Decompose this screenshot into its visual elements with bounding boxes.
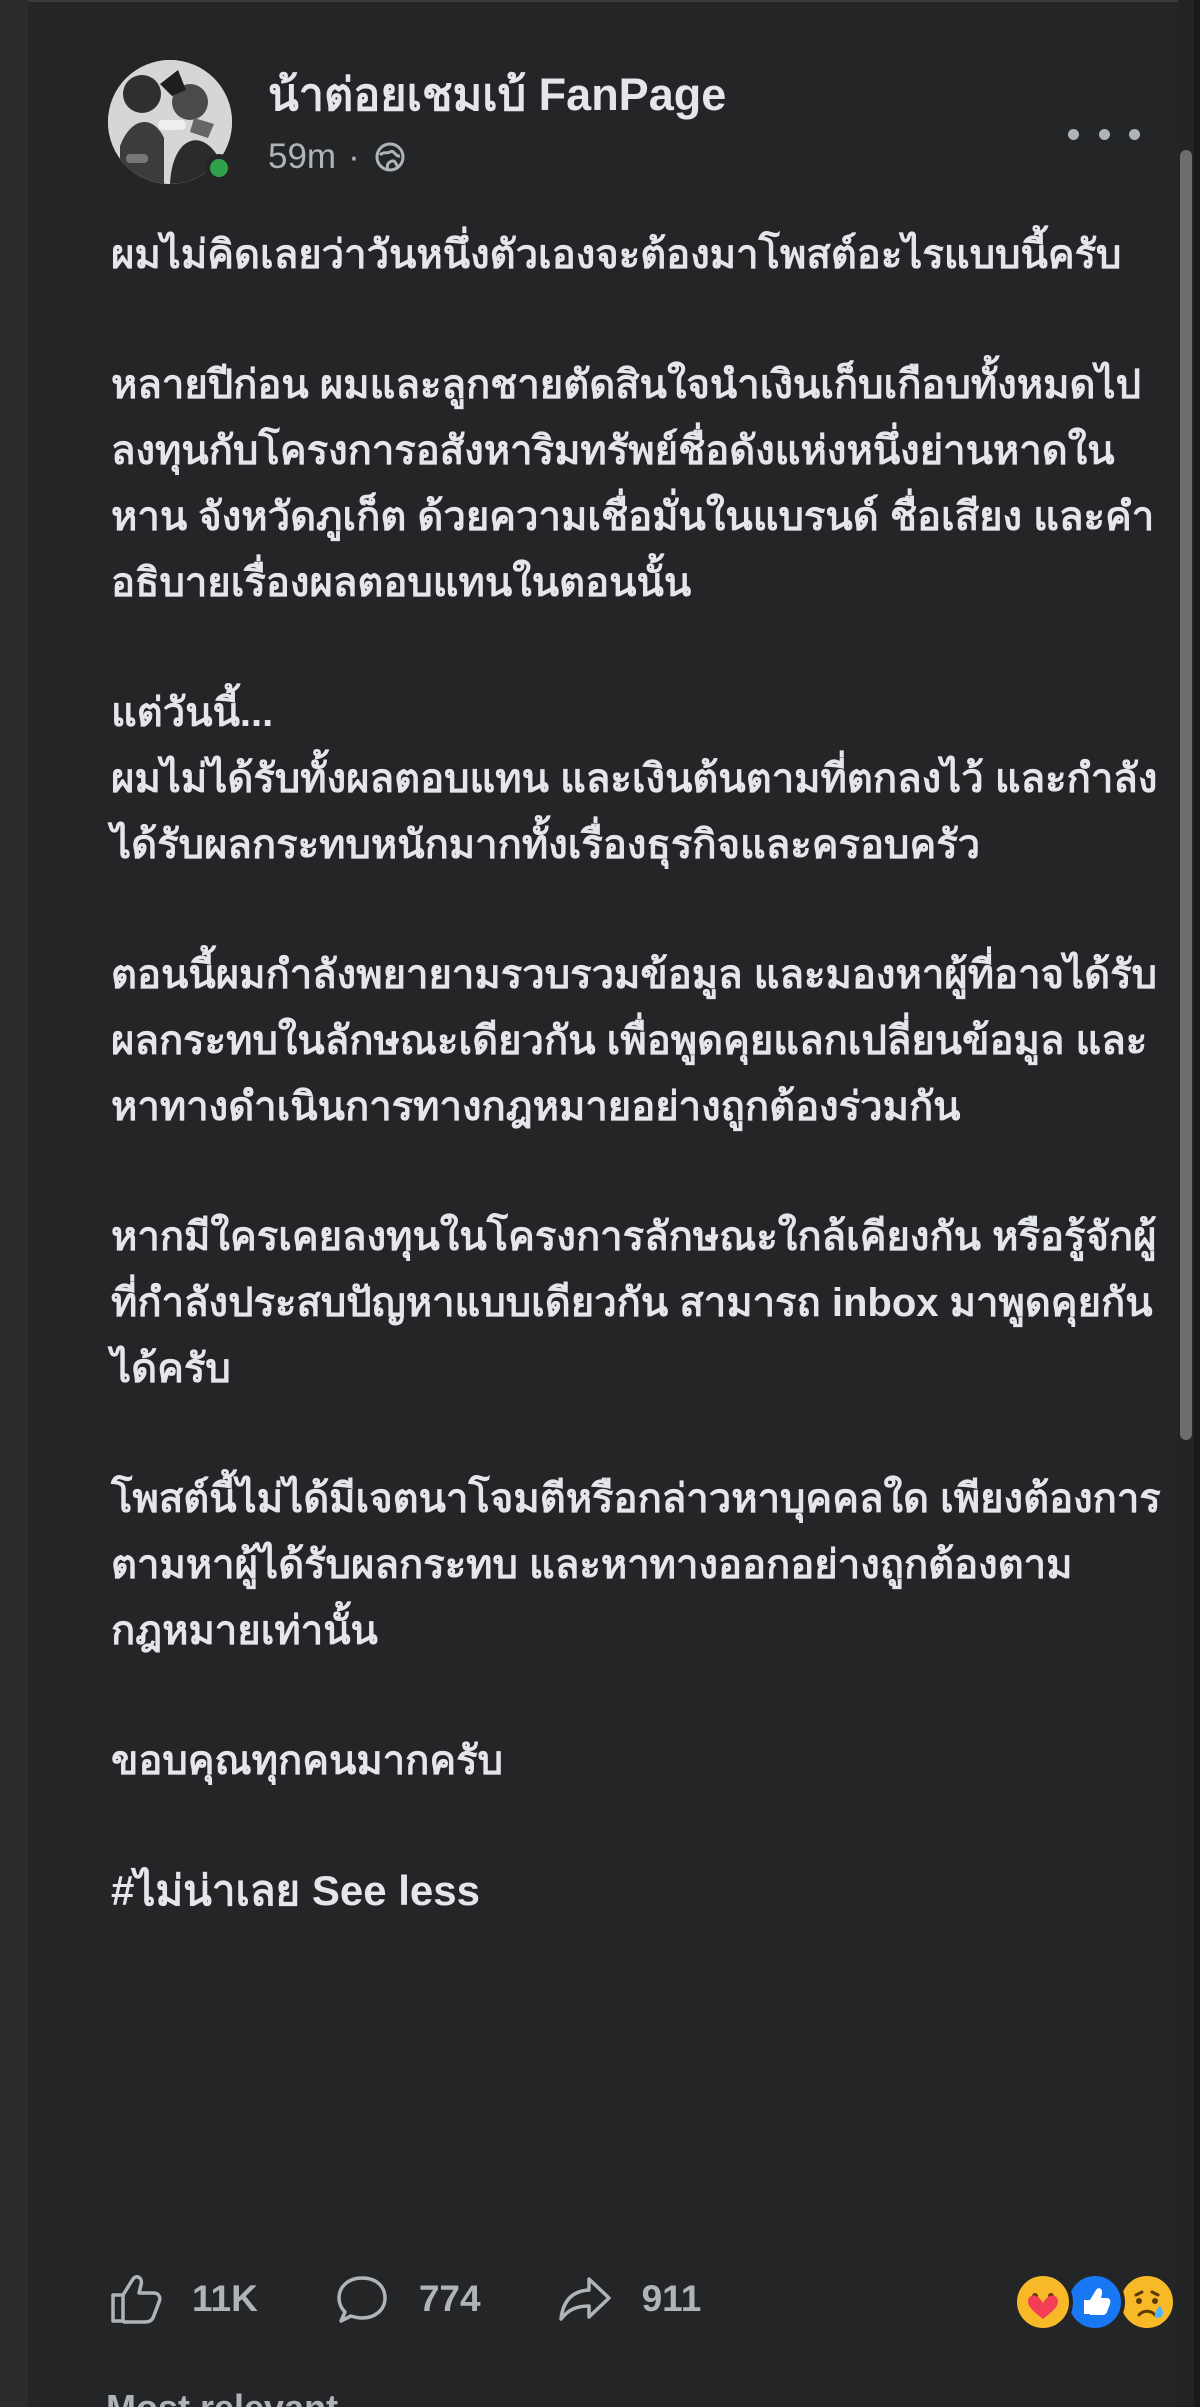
- post-time-link[interactable]: 59m: [268, 133, 336, 181]
- hashtag-link[interactable]: #ไม่น่าเลย: [111, 1867, 300, 1914]
- post-paragraph: ตอนนี้ผมกำลังพยายามรวบรวมข้อมูล และมองหา…: [111, 953, 1157, 1129]
- comment-count: 774: [418, 2278, 481, 2319]
- more-dot-icon: [1068, 128, 1079, 140]
- post-meta: 59m ·: [268, 133, 408, 181]
- post-paragraph: หากมีใครเคยลงทุนในโครงการลักษณะใกล้เคียง…: [111, 1215, 1157, 1391]
- meta-separator: ·: [348, 137, 360, 176]
- more-dot-icon: [1129, 128, 1140, 140]
- hashtag-line: #ไม่น่าเลย See less: [111, 1858, 1181, 1924]
- post-paragraph: ผมไม่คิดเลยว่าวันหนึ่งตัวเองจะต้องมาโพสต…: [111, 233, 1122, 277]
- post-paragraph: ขอบคุณทุกคนมากครับ: [111, 1739, 503, 1783]
- left-page-edge: [0, 0, 28, 2407]
- facebook-post-screen: น้าต่อยเชมเบ้ FanPage 59m · ผมไม่คิดเลยว…: [0, 0, 1200, 2407]
- thumb-up-icon: [111, 2275, 162, 2324]
- post-paragraph: แต่วันนี้... ผมไม่ได้รับทั้งผลตอบแทน และ…: [111, 691, 1158, 867]
- like-button[interactable]: 11K: [106, 2256, 258, 2342]
- page-name-link[interactable]: น้าต่อยเชมเบ้ FanPage: [268, 67, 726, 123]
- post-paragraph: โพสต์นี้ไม่ได้มีเจตนาโจมตีหรือกล่าวหาบุค…: [111, 1477, 1161, 1653]
- sad-reaction-icon: [1117, 2272, 1177, 2332]
- scrollbar-thumb[interactable]: [1180, 150, 1192, 1440]
- globe-icon[interactable]: [372, 139, 408, 175]
- like-count: 11K: [192, 2278, 258, 2319]
- share-count: 911: [641, 2278, 702, 2319]
- partial-comments-filter-text[interactable]: Most relevant: [106, 2388, 338, 2407]
- facebook-post-card: น้าต่อยเชมเบ้ FanPage 59m · ผมไม่คิดเลยว…: [28, 0, 1178, 2407]
- post-header: น้าต่อยเชมเบ้ FanPage 59m ·: [80, 60, 1140, 195]
- more-options-button[interactable]: [1068, 114, 1140, 154]
- post-actions: 11K 774 911: [106, 2256, 1191, 2342]
- comment-button[interactable]: 774: [333, 2256, 481, 2342]
- post-message: ผมไม่คิดเลยว่าวันหนึ่งตัวเองจะต้องมาโพสต…: [111, 222, 1181, 1924]
- post-paragraph: หลายปีก่อน ผมและลูกชายตัดสินใจนำเงินเก็บ…: [111, 363, 1155, 605]
- like-reaction-icon: [1065, 2272, 1125, 2332]
- reaction-summary[interactable]: [1013, 2266, 1191, 2338]
- more-dot-icon: [1098, 128, 1110, 140]
- care-reaction-icon: [1013, 2272, 1073, 2332]
- comment-bubble-icon: [337, 2276, 387, 2323]
- share-arrow-icon: [558, 2277, 611, 2321]
- see-less-button[interactable]: See less: [312, 1867, 480, 1914]
- online-status-dot: [205, 154, 233, 182]
- share-button[interactable]: 911: [556, 2256, 702, 2342]
